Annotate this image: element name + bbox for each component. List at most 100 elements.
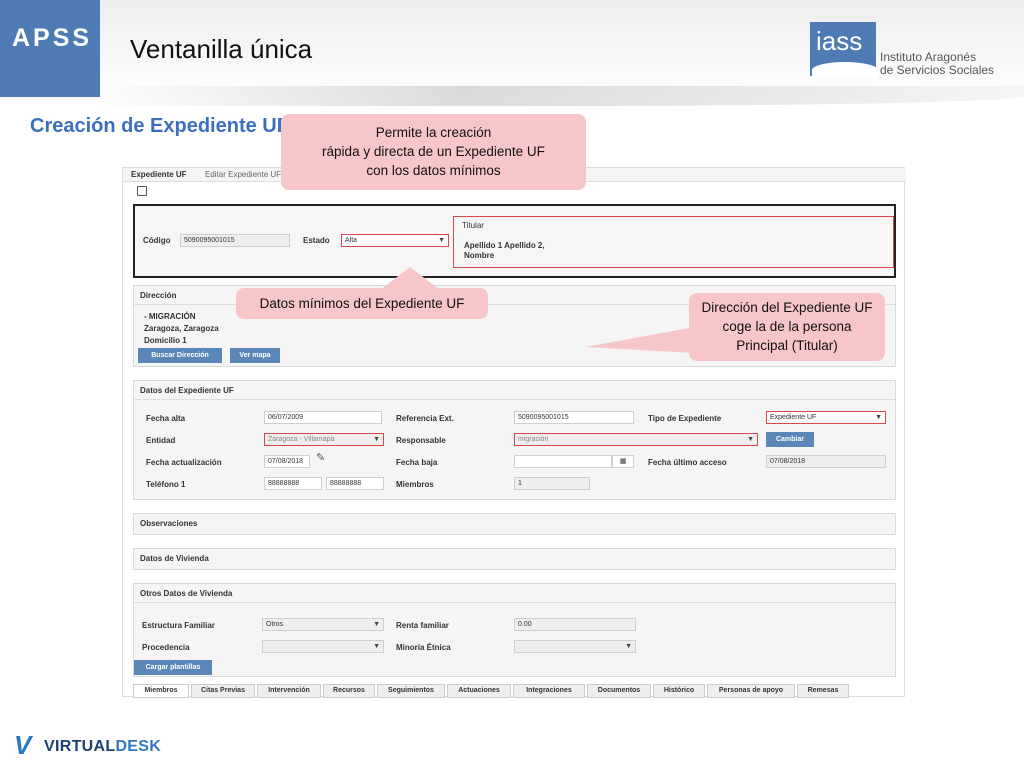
tab-actuaciones[interactable]: Actuaciones [447, 684, 511, 698]
virtualdesk-desk-text: DESK [115, 738, 162, 755]
otros-datos-title: Otros Datos de Vivienda [140, 589, 233, 598]
observaciones-panel[interactable]: Observaciones [133, 513, 896, 535]
direccion-line1: - MIGRACIÓN [144, 312, 196, 321]
tab-seguimientos[interactable]: Seguimientos [377, 684, 445, 698]
iass-name-line1: Instituto Aragonés [880, 50, 977, 64]
section-title: Creación de Expediente UF [30, 115, 289, 137]
referencia-label: Referencia Ext. [396, 414, 454, 423]
direccion-line2: Zaragoza, Zaragoza [144, 324, 219, 333]
apss-logo: APSS [0, 0, 100, 97]
fecha-baja-label: Fecha baja [396, 458, 438, 467]
bottom-tabs: Miembros Citas Previas Intervención Recu… [133, 684, 893, 698]
titular-name-line2: Nombre [464, 251, 495, 260]
minimum-callout-pointer [380, 267, 440, 290]
ver-mapa-button[interactable]: Ver mapa [230, 348, 280, 363]
titular-box: Titular Apellido 1 Apellido 2, Nombre [453, 216, 894, 268]
estructura-familiar-label: Estructura Familiar [142, 621, 215, 630]
entidad-label: Entidad [146, 436, 176, 445]
procedencia-label: Procedencia [142, 643, 190, 652]
iass-logo: iass Instituto Aragonés de Servicios Soc… [808, 20, 1000, 78]
tab-citas-previas[interactable]: Citas Previas [191, 684, 255, 698]
responsable-dropdown-arrow-icon: ▼ [747, 436, 754, 443]
responsable-select[interactable]: migración ▼ [514, 433, 758, 446]
header-swoosh [90, 86, 1024, 106]
tab-historico[interactable]: Histórico [653, 684, 705, 698]
tab-remesas[interactable]: Remesas [797, 684, 849, 698]
edit-pencil-icon[interactable]: ✎ [316, 451, 325, 464]
iass-logo-block: iass [810, 22, 878, 78]
tab-intervencion[interactable]: Intervención [257, 684, 321, 698]
estado-value: Alta [345, 237, 358, 244]
tab-expediente-uf[interactable]: Expediente UF [131, 170, 187, 179]
tab-recursos[interactable]: Recursos [323, 684, 375, 698]
telefono-field-2[interactable]: 88888888 [326, 477, 384, 490]
minimum-data-callout: Datos mínimos del Expediente UF [236, 288, 488, 319]
estructura-familiar-select[interactable]: Otros ▼ [262, 618, 384, 631]
otros-datos-panel: Otros Datos de Vivienda Estructura Famil… [133, 583, 896, 677]
cambiar-button[interactable]: Cambiar [766, 432, 814, 447]
tipo-expediente-select[interactable]: Expediente UF ▼ [766, 411, 886, 424]
tab-documentos[interactable]: Documentos [587, 684, 651, 698]
fecha-ultimo-acceso-label: Fecha último acceso [648, 458, 727, 467]
fecha-baja-field[interactable] [514, 455, 612, 468]
fecha-actualizacion-field[interactable]: 07/08/2018 [264, 455, 310, 468]
estado-label: Estado [303, 236, 330, 245]
miembros-field: 1 [514, 477, 590, 490]
creation-callout-line3: con los datos mínimos [366, 163, 501, 178]
tipo-expediente-label: Tipo de Expediente [648, 414, 722, 423]
entidad-dropdown-arrow-icon: ▼ [373, 436, 380, 443]
iass-logo-text: iass [816, 26, 863, 56]
tab-miembros[interactable]: Miembros [133, 684, 189, 698]
estado-select[interactable]: Alta ▼ [341, 234, 449, 247]
procedencia-select[interactable]: ▼ [262, 640, 384, 653]
creation-callout: Permite la creación rápida y directa de … [281, 114, 586, 190]
renta-familiar-label: Renta familiar [396, 621, 449, 630]
observaciones-title: Observaciones [140, 519, 198, 528]
virtualdesk-wordmark: VIRTUALDESK [44, 738, 161, 756]
tipo-dropdown-arrow-icon: ▼ [875, 414, 882, 421]
datos-vivienda-panel[interactable]: Datos de Vivienda [133, 548, 896, 570]
miembros-label: Miembros [396, 480, 434, 489]
estructura-dropdown-arrow-icon: ▼ [373, 621, 380, 628]
tab-integraciones[interactable]: Integraciones [513, 684, 585, 698]
minoria-dropdown-arrow-icon: ▼ [625, 643, 632, 650]
tab-editar-expediente-uf[interactable]: Editar Expediente UF [205, 170, 281, 179]
responsable-value: migración [518, 436, 549, 443]
titular-name-line1: Apellido 1 Apellido 2, [464, 241, 545, 250]
fecha-ultimo-acceso-field: 07/08/2018 [766, 455, 886, 468]
creation-callout-line1: Permite la creación [375, 125, 492, 140]
fecha-alta-field[interactable]: 06/07/2009 [264, 411, 382, 424]
telefono-field-1[interactable]: 88888888 [264, 477, 322, 490]
iass-name-line2: de Servicios Sociales [880, 63, 995, 77]
iass-logo-wave [812, 62, 878, 78]
address-callout-pointer [585, 327, 695, 353]
estado-dropdown-arrow-icon: ▼ [438, 237, 445, 244]
datos-expediente-title: Datos del Expediente UF [140, 386, 234, 395]
codigo-field[interactable]: 5090095001015 [180, 234, 290, 247]
address-callout-line3: Principal (Titular) [736, 338, 838, 353]
entidad-select[interactable]: Zaragoza - Villamapa ▼ [264, 433, 384, 446]
entidad-value: Zaragoza - Villamapa [268, 436, 335, 443]
datos-expediente-panel: Datos del Expediente UF Fecha alta 06/07… [133, 380, 896, 500]
minoria-etnica-label: Minoría Étnica [396, 643, 451, 652]
virtualdesk-v-icon: V [14, 730, 32, 760]
calendar-icon[interactable]: ▦ [612, 455, 634, 468]
minimum-data-box: Código 5090095001015 Estado Alta ▼ Titul… [133, 204, 896, 278]
minoria-etnica-select[interactable]: ▼ [514, 640, 636, 653]
renta-familiar-field[interactable]: 0.00 [514, 618, 636, 631]
virtualdesk-virtual-text: VIRTUAL [44, 738, 116, 755]
tab-personas-de-apoyo[interactable]: Personas de apoyo [707, 684, 795, 698]
procedencia-dropdown-arrow-icon: ▼ [373, 643, 380, 650]
telefono-label: Teléfono 1 [146, 480, 186, 489]
slide-title: Ventanilla única [130, 34, 313, 64]
datos-vivienda-title: Datos de Vivienda [140, 554, 209, 563]
save-icon[interactable] [137, 186, 147, 196]
address-callout-line1: Dirección del Expediente UF [701, 300, 873, 315]
fecha-alta-label: Fecha alta [146, 414, 186, 423]
responsable-label: Responsable [396, 436, 446, 445]
titular-label: Titular [462, 221, 484, 230]
buscar-direccion-button[interactable]: Buscar Dirección [138, 348, 222, 363]
address-callout: Dirección del Expediente UF coge la de l… [689, 293, 885, 361]
cargar-plantillas-button[interactable]: Cargar plantillas [134, 660, 212, 675]
referencia-field[interactable]: 5090095001015 [514, 411, 634, 424]
